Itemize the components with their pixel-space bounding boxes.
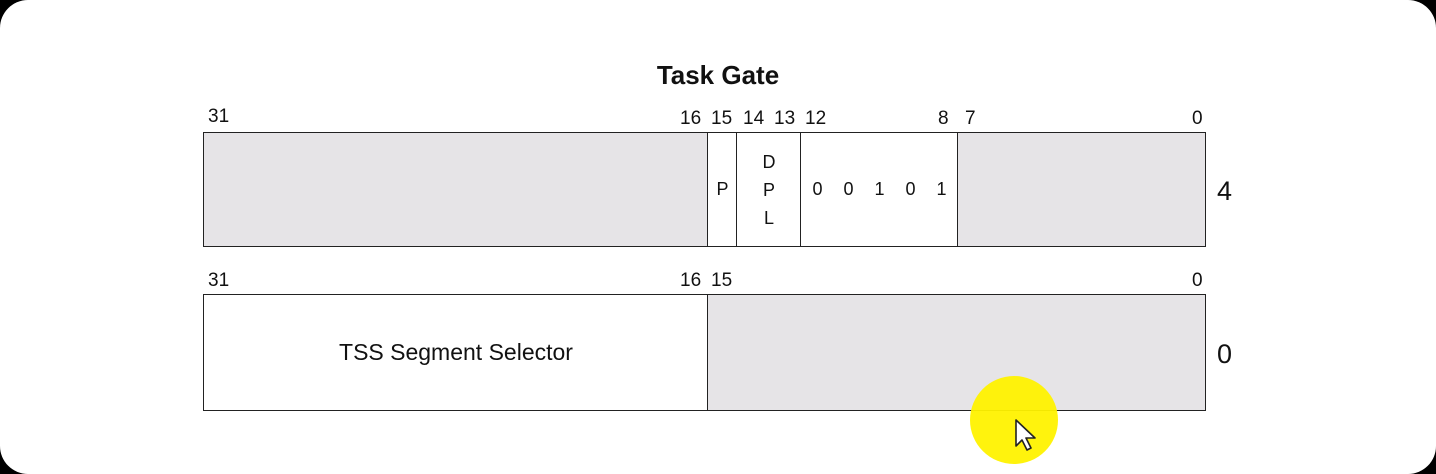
present-bit-label: P: [716, 179, 729, 199]
bit-label-31-lower: 31: [208, 270, 230, 291]
bit-label-7-upper: 7: [965, 108, 976, 129]
type-bit-8: 1: [936, 179, 947, 199]
bit-label-13-upper: 13: [774, 108, 796, 129]
bit-label-16-lower: 16: [680, 270, 702, 291]
bit-label-0-lower: 0: [1192, 270, 1203, 291]
diagram-canvas: Task Gate 31 16 15 14 13 12 8 7 0 P D P …: [0, 0, 1436, 474]
dpl-letter-d: D: [762, 151, 776, 172]
diagram-title: Task Gate: [656, 60, 780, 90]
cursor-arrow-icon: [1015, 419, 1036, 451]
tss-selector-label: TSS Segment Selector: [339, 339, 573, 365]
bit-label-8-upper: 8: [938, 108, 949, 129]
bit-label-15-lower: 15: [711, 270, 733, 291]
type-bit-9: 0: [905, 179, 916, 199]
reserved-field-31-16: [203, 132, 709, 247]
dpl-letter-p: P: [762, 179, 775, 200]
type-field: 0 0 1 0 1: [800, 132, 959, 247]
bit-label-0-upper: 0: [1192, 108, 1203, 129]
offset-label-lower: 0: [1217, 339, 1233, 369]
bit-label-31-upper: 31: [208, 106, 230, 127]
bit-label-15-upper: 15: [711, 108, 733, 129]
dpl-label: D P L: [763, 148, 776, 232]
reserved-field-7-0: [957, 132, 1206, 247]
type-bit-12: 0: [812, 179, 823, 199]
type-bit-11: 0: [843, 179, 854, 199]
dpl-letter-l: L: [763, 207, 774, 228]
offset-label-upper: 4: [1217, 176, 1233, 206]
dpl-field: D P L: [736, 132, 802, 247]
tss-selector-field: TSS Segment Selector: [203, 294, 709, 411]
bit-label-16-upper: 16: [680, 108, 702, 129]
bit-label-12-upper: 12: [805, 108, 827, 129]
present-bit-field: P: [707, 132, 738, 247]
bit-label-14-upper: 14: [743, 108, 765, 129]
type-bit-10: 1: [874, 179, 885, 199]
reserved-field-15-0: [707, 294, 1206, 411]
